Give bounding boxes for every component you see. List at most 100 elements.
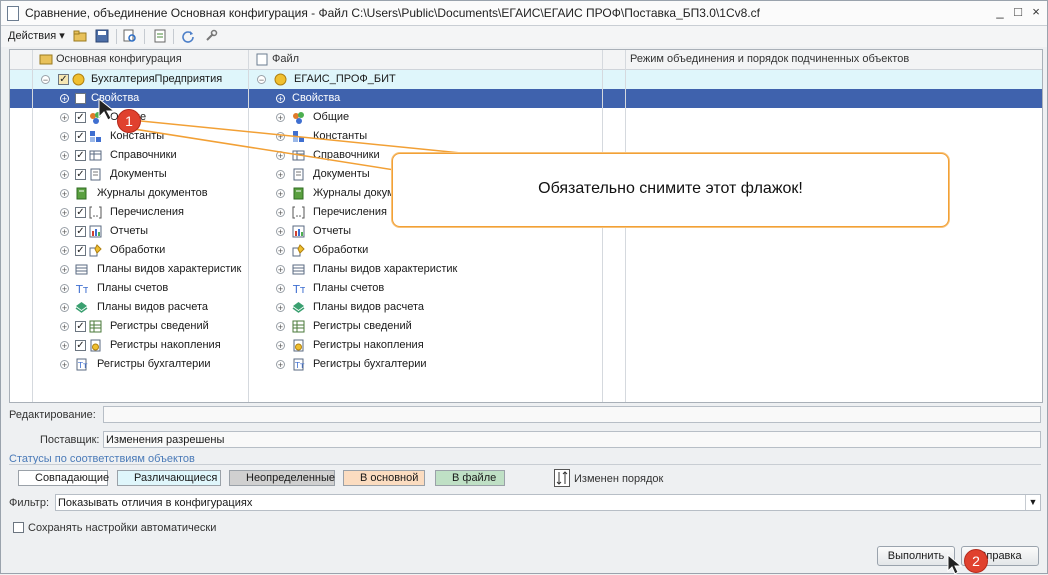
refresh-icon[interactable] — [181, 29, 195, 43]
merge-checkbox[interactable]: ✓ — [75, 131, 86, 142]
header-file[interactable]: Файл — [272, 53, 299, 65]
expand-icon[interactable]: + — [276, 132, 285, 142]
expand-icon[interactable]: + — [276, 189, 285, 199]
left-object-name: Планы видов расчета — [97, 301, 209, 313]
right-object-name: Справочники — [313, 149, 380, 161]
save-settings-checkbox[interactable] — [13, 522, 24, 533]
tree-row[interactable]: + ✓ Регистры сведений + Регистры сведений — [10, 317, 1042, 336]
expand-icon[interactable]: + — [60, 151, 69, 161]
merge-checkbox[interactable]: ✓ — [75, 321, 86, 332]
save-icon[interactable] — [95, 29, 109, 43]
merge-checkbox[interactable]: ✓ — [75, 150, 86, 161]
header-merge-mode[interactable]: Режим объединения и порядок подчиненных … — [630, 53, 909, 65]
tree-row[interactable]: +✓Общие+Общие — [10, 108, 1042, 127]
tree-row[interactable]: + Тт Регистры бухгалтерии + Тт Регистры бухга… — [10, 355, 1042, 374]
tree-row[interactable]: + Планы видов характеристик + Планы видов х… — [10, 260, 1042, 279]
right-object-name: Перечисления — [313, 206, 387, 218]
maximize-button[interactable]: □ — [1011, 5, 1025, 19]
root-checkbox[interactable]: ✓ — [58, 74, 69, 85]
tree-row[interactable]: + Планы видов расчета + Планы видов расчета — [10, 298, 1042, 317]
expand-icon[interactable]: + — [60, 208, 69, 218]
status-legend-label: В файле — [452, 472, 497, 484]
expand-icon[interactable]: + — [276, 227, 285, 237]
status-legend-label: Различающиеся — [134, 472, 218, 484]
merge-checkbox[interactable]: ✓ — [75, 340, 86, 351]
expand-icon[interactable]: + — [60, 94, 69, 104]
expand-icon[interactable]: + — [276, 246, 285, 256]
actions-label: Действия — [8, 30, 57, 42]
compare-icon[interactable] — [123, 29, 137, 43]
supplier-field[interactable]: Изменения разрешены — [103, 431, 1041, 448]
expand-icon[interactable]: + — [60, 360, 69, 370]
collapse-icon[interactable]: − — [257, 75, 266, 85]
expand-icon[interactable]: + — [276, 303, 285, 313]
expand-icon[interactable]: + — [276, 94, 285, 104]
accumreg-icon — [90, 339, 101, 352]
enum-icon — [292, 206, 305, 219]
accumreg-icon — [293, 339, 304, 352]
supplier-label: Поставщик: — [40, 434, 100, 446]
expand-icon[interactable]: + — [60, 113, 69, 123]
report-icon[interactable] — [153, 29, 167, 43]
edit-label: Редактирование: — [9, 409, 96, 421]
svg-text:Тт: Тт — [77, 361, 88, 370]
open-folder-icon[interactable] — [73, 29, 87, 43]
constants-icon — [90, 131, 101, 142]
tree-row[interactable]: + ✓ Регистры накопления + Регистры накоплени… — [10, 336, 1042, 355]
expand-icon[interactable]: + — [276, 341, 285, 351]
tree-row[interactable]: + ✓ Константы + Константы — [10, 127, 1042, 146]
inforeg-icon — [292, 320, 305, 333]
expand-icon[interactable]: + — [276, 322, 285, 332]
merge-checkbox[interactable]: ✓ — [75, 207, 86, 218]
tree-row[interactable]: + ✓ Обработки + Обработки — [10, 241, 1042, 260]
expand-icon[interactable]: + — [60, 227, 69, 237]
mouse-cursor-icon — [98, 97, 116, 121]
tree-row[interactable]: + Свойства + Свойства — [10, 89, 1042, 108]
expand-icon[interactable]: + — [60, 284, 69, 294]
expand-icon[interactable]: + — [60, 303, 69, 313]
expand-icon[interactable]: + — [60, 170, 69, 180]
step-2-badge: 2 — [964, 549, 988, 573]
merge-checkbox[interactable]: ✓ — [75, 226, 86, 237]
dropdown-arrow-icon[interactable]: ▼ — [1025, 495, 1040, 510]
journal-icon — [76, 187, 87, 200]
expand-icon[interactable]: + — [60, 265, 69, 275]
tree-row[interactable]: + Тт Планы счетов + Тт Планы счетов — [10, 279, 1042, 298]
chartypes-icon — [75, 264, 88, 275]
actions-menu[interactable]: Действия ▾ — [8, 29, 65, 42]
constants-icon — [293, 131, 304, 142]
merge-checkbox[interactable]: ✓ — [75, 245, 86, 256]
merge-checkbox[interactable] — [75, 93, 86, 104]
expand-icon[interactable]: + — [276, 170, 285, 180]
root-left-name: БухгалтерияПредприятия — [91, 73, 223, 85]
run-button[interactable]: Выполнить — [877, 546, 955, 566]
grid-header: Основная конфигурация Файл Режим объедин… — [10, 50, 1042, 70]
header-main-config[interactable]: Основная конфигурация — [56, 53, 182, 65]
expand-icon[interactable]: + — [276, 208, 285, 218]
merge-checkbox[interactable]: ✓ — [75, 112, 86, 123]
order-changed-label: Изменен порядок — [574, 473, 664, 485]
expand-icon[interactable]: + — [276, 360, 285, 370]
expand-icon[interactable]: + — [276, 113, 285, 123]
expand-icon[interactable]: + — [276, 151, 285, 161]
expand-icon[interactable]: + — [60, 322, 69, 332]
minimize-button[interactable]: _ — [993, 5, 1007, 19]
expand-icon[interactable]: + — [276, 265, 285, 275]
filter-select[interactable]: Показывать отличия в конфигурациях ▼ — [55, 494, 1041, 511]
merge-checkbox[interactable]: ✓ — [75, 169, 86, 180]
expand-icon[interactable]: + — [60, 132, 69, 142]
expand-icon[interactable]: + — [60, 341, 69, 351]
expand-icon[interactable]: + — [60, 189, 69, 199]
expand-icon[interactable]: + — [60, 246, 69, 256]
root-row[interactable]: − ✓ БухгалтерияПредприятия − ЕГАИС_ПРОФ_… — [10, 70, 1042, 89]
close-button[interactable]: × — [1029, 5, 1043, 19]
collapse-icon[interactable]: − — [41, 75, 50, 85]
save-settings-label[interactable]: Сохранять настройки автоматически — [28, 522, 216, 534]
catalog-icon — [292, 150, 305, 161]
right-object-name: Обработки — [313, 244, 369, 256]
edit-field[interactable] — [103, 406, 1041, 423]
processing-icon — [292, 244, 305, 257]
expand-icon[interactable]: + — [276, 284, 285, 294]
settings-wrench-icon[interactable] — [204, 29, 218, 43]
right-object-name: Общие — [313, 111, 350, 123]
